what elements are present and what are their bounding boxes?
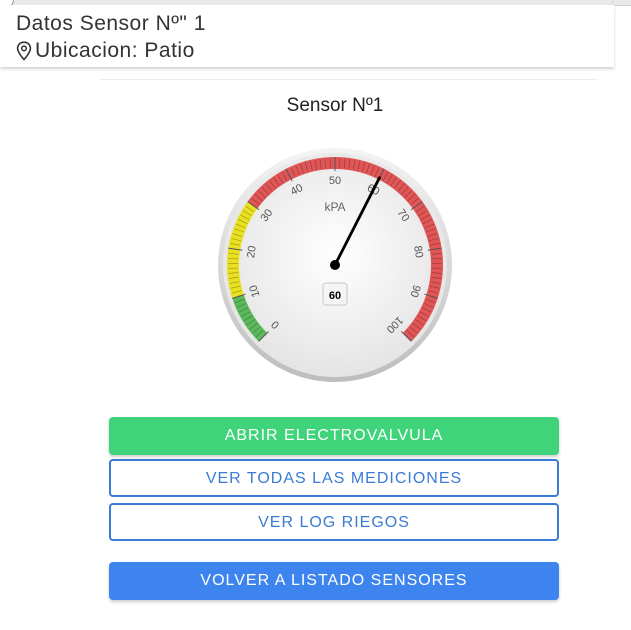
gauge-value-label: 60 [329,290,341,302]
view-all-measurements-button[interactable]: VER TODAS LAS MEDICIONES [109,459,559,497]
map-pin-icon [16,41,32,61]
location-label: Ubicacion: Patio [35,39,195,62]
header-bar: Datos Sensor Nº" 1 Ubicacion: Patio [0,5,614,67]
gauge-needle-hub [330,260,340,270]
open-valve-button[interactable]: ABRIR ELECTROVALVULA [109,417,559,455]
content-divider [100,79,598,80]
gauge-tick-label: 80 [411,245,425,259]
back-to-sensors-button[interactable]: VOLVER A LISTADO SENSORES [109,562,559,600]
gauge-units-label: kPA [324,200,345,214]
location-row: Ubicacion: Patio [16,39,195,63]
gauge-title: Sensor Nº1 [286,95,384,116]
gauge-tick-label: 20 [245,245,259,259]
page-title: Datos Sensor Nº" 1 [16,12,206,35]
pressure-gauge: 0102030405060708090100 kPA 60 [218,148,452,382]
view-irrigation-log-button[interactable]: VER LOG RIEGOS [109,503,559,541]
gauge-value-box: 60 [322,282,348,306]
gauge-tick-label: 50 [329,175,341,187]
